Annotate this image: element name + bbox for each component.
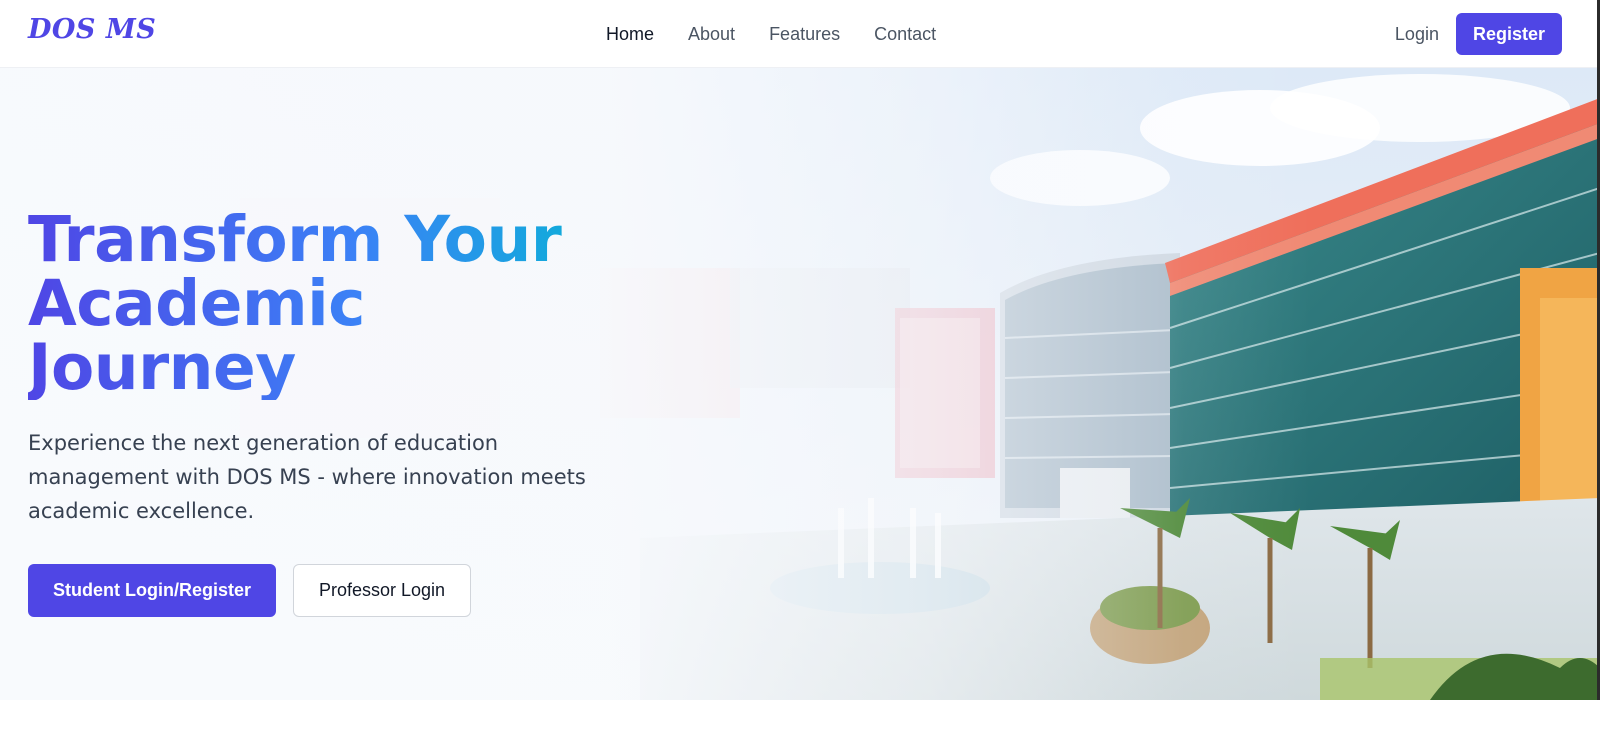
login-link[interactable]: Login bbox=[1395, 24, 1439, 45]
hero-content: Transform Your Academic Journey Experien… bbox=[28, 208, 628, 617]
top-navbar: DOS MS Home About Features Contact Login… bbox=[0, 0, 1600, 68]
main-nav: Home About Features Contact bbox=[606, 22, 936, 46]
brand-logo[interactable]: DOS MS bbox=[28, 14, 156, 45]
professor-login-button[interactable]: Professor Login bbox=[293, 564, 472, 617]
student-login-register-button[interactable]: Student Login/Register bbox=[28, 564, 276, 617]
hero-section: Transform Your Academic Journey Experien… bbox=[0, 68, 1600, 700]
register-button[interactable]: Register bbox=[1455, 13, 1562, 55]
nav-contact-link[interactable]: Contact bbox=[874, 22, 936, 46]
auth-actions: Login Register bbox=[1395, 13, 1562, 55]
nav-about-link[interactable]: About bbox=[688, 22, 735, 46]
nav-home-link[interactable]: Home bbox=[606, 22, 654, 46]
hero-actions: Student Login/Register Professor Login bbox=[28, 564, 628, 617]
hero-title-line-1: Transform Your bbox=[28, 203, 562, 276]
hero-title: Transform Your Academic Journey bbox=[28, 208, 628, 400]
hero-subtitle: Experience the next generation of educat… bbox=[28, 431, 586, 523]
nav-features-link[interactable]: Features bbox=[769, 22, 840, 46]
hero-title-line-2: Academic Journey bbox=[28, 267, 366, 404]
